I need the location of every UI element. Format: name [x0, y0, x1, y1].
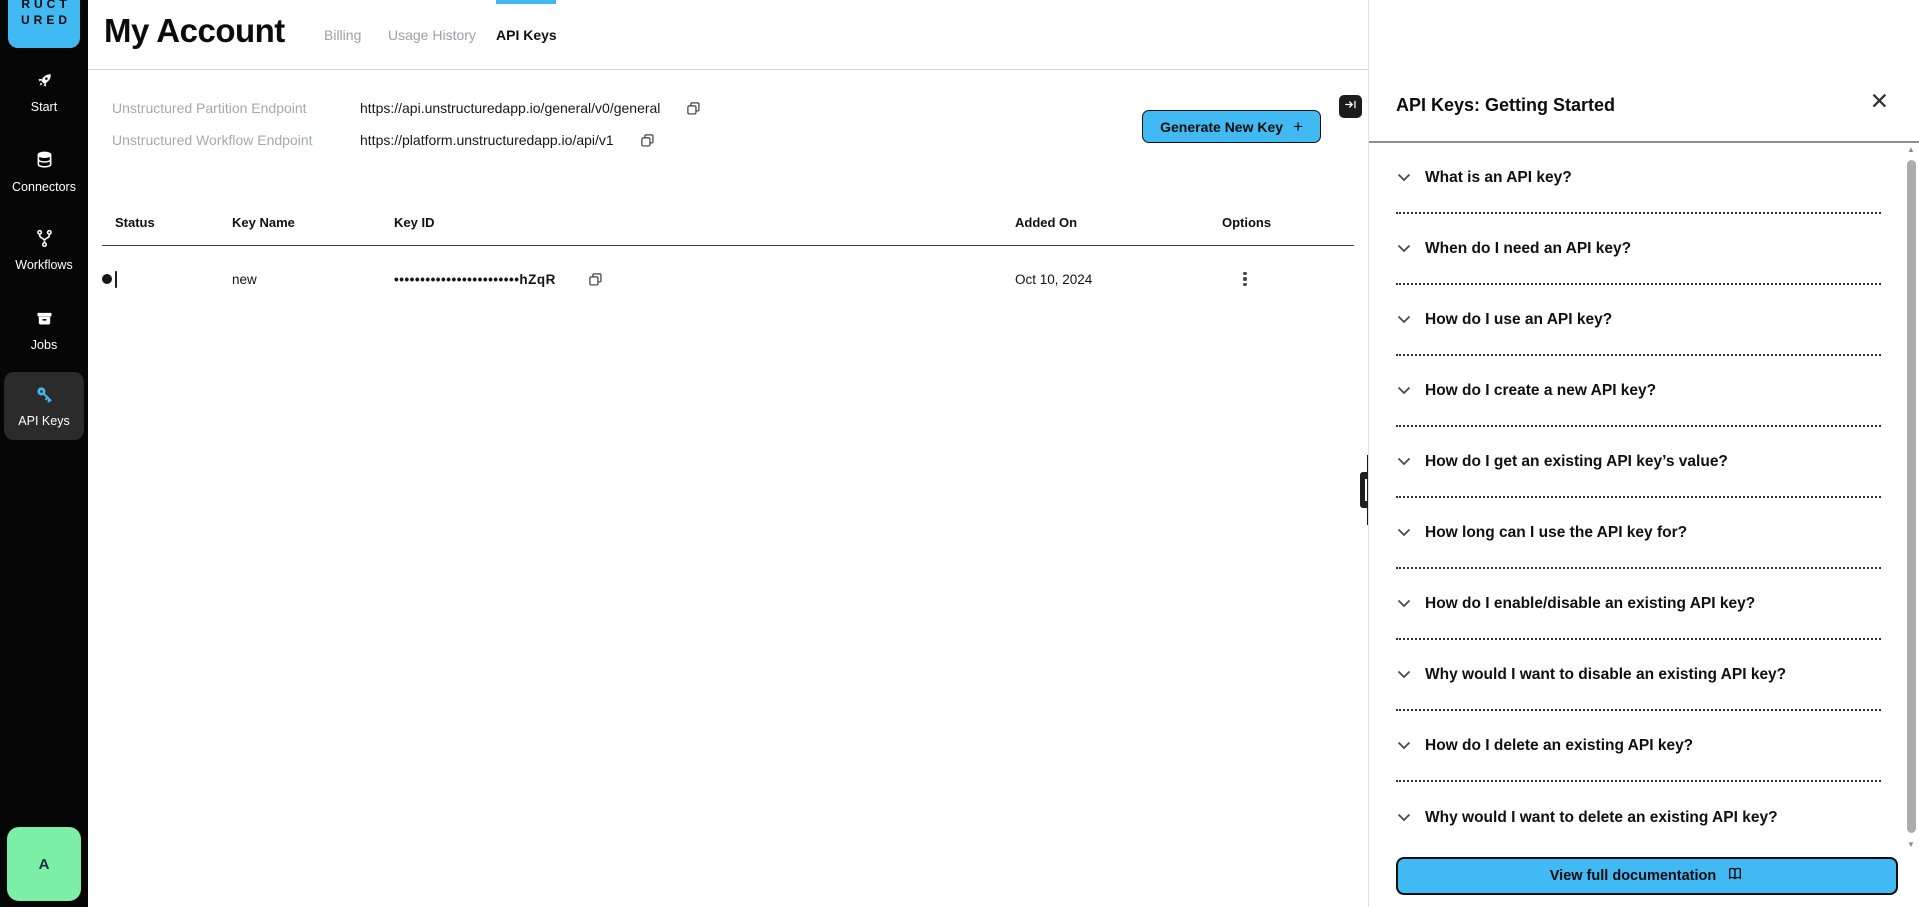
- faq-question: What is an API key?: [1425, 169, 1572, 187]
- endpoint-value: https://api.unstructuredapp.io/general/v…: [360, 100, 660, 116]
- view-full-documentation-label: View full documentation: [1550, 868, 1717, 884]
- chevron-down-icon: [1396, 669, 1412, 680]
- workflow-endpoint-row: Unstructured Workflow Endpoint https://p…: [112, 124, 701, 156]
- scrollbar-down-arrow[interactable]: ▼: [1905, 840, 1917, 849]
- api-keys-table: Status Key Name Key ID Added On Options …: [102, 200, 1354, 312]
- partition-endpoint-row: Unstructured Partition Endpoint https://…: [112, 92, 701, 124]
- sidebar-item-workflows[interactable]: Workflows: [0, 228, 88, 272]
- chevron-down-icon: [1396, 456, 1412, 467]
- help-panel-title: API Keys: Getting Started: [1396, 95, 1615, 116]
- logo-line: RUCT: [17, 0, 70, 12]
- faq-scroll-area: What is an API key? When do I need an AP…: [1369, 143, 1919, 853]
- collapse-panel-button[interactable]: [1339, 95, 1362, 118]
- key-icon: [34, 384, 55, 408]
- faq-item[interactable]: How do I enable/disable an existing API …: [1396, 569, 1881, 640]
- table-header-row: Status Key Name Key ID Added On Options: [102, 200, 1354, 246]
- close-icon[interactable]: ✕: [1870, 90, 1889, 113]
- chevron-down-icon: [1396, 314, 1412, 325]
- faq-question: How do I get an existing API key’s value…: [1425, 453, 1728, 471]
- faq-item[interactable]: What is an API key?: [1396, 143, 1881, 214]
- faq-item[interactable]: Why would I want to disable an existing …: [1396, 640, 1881, 711]
- main-content: My Account Billing Usage History API Key…: [88, 0, 1368, 907]
- faq-question: When do I need an API key?: [1425, 240, 1631, 258]
- column-header-added-on: Added On: [1015, 215, 1222, 230]
- sidebar-item-api-keys[interactable]: API Keys: [4, 372, 84, 440]
- panel-scrollbar: ▲ ▼: [1905, 145, 1917, 849]
- faq-item[interactable]: When do I need an API key?: [1396, 214, 1881, 285]
- generate-new-key-label: Generate New Key: [1160, 119, 1283, 135]
- faq-item[interactable]: How long can I use the API key for?: [1396, 498, 1881, 569]
- chevron-down-icon: [1396, 812, 1412, 823]
- endpoints-section: Unstructured Partition Endpoint https://…: [112, 92, 701, 156]
- copy-icon[interactable]: [588, 272, 603, 287]
- avatar-letter: A: [39, 856, 50, 873]
- column-header-options: Options: [1222, 215, 1354, 230]
- tab-billing[interactable]: Billing: [324, 0, 361, 70]
- open-book-icon: [1726, 865, 1744, 887]
- plus-icon: +: [1293, 117, 1303, 137]
- generate-new-key-button[interactable]: Generate New Key +: [1142, 110, 1321, 143]
- endpoint-label: Unstructured Workflow Endpoint: [112, 132, 360, 148]
- sidebar-item-label: Start: [31, 100, 57, 114]
- scrollbar-up-arrow[interactable]: ▲: [1905, 145, 1917, 154]
- scrollbar-thumb[interactable]: [1907, 160, 1916, 833]
- page-header: My Account Billing Usage History API Key…: [88, 0, 1368, 70]
- key-id-masked: ••••••••••••••••••••••••hZqR: [394, 272, 556, 287]
- copy-icon[interactable]: [686, 101, 701, 116]
- account-avatar[interactable]: A: [7, 827, 81, 901]
- workflow-icon: [34, 228, 55, 252]
- rocket-icon: [34, 70, 55, 94]
- key-name-cell: new: [232, 272, 394, 287]
- sidebar-item-label: Jobs: [31, 338, 57, 352]
- help-panel: API Keys: Getting Started ✕ What is an A…: [1368, 0, 1919, 907]
- chevron-down-icon: [1396, 172, 1412, 183]
- sidebar: UNST RUCT URED Start Connectors: [0, 0, 88, 907]
- added-on-cell: Oct 10, 2024: [1015, 272, 1222, 287]
- faq-question: Why would I want to disable an existing …: [1425, 666, 1786, 684]
- chevron-down-icon: [1396, 243, 1412, 254]
- faq-item[interactable]: How do I delete an existing API key?: [1396, 711, 1881, 782]
- column-header-key-name: Key Name: [232, 215, 394, 230]
- endpoint-value: https://platform.unstructuredapp.io/api/…: [360, 132, 614, 148]
- sidebar-item-label: Workflows: [15, 258, 72, 272]
- faq-question: How do I delete an existing API key?: [1425, 737, 1693, 755]
- table-row: new ••••••••••••••••••••••••hZqR Oct 10,…: [102, 246, 1354, 312]
- faq-question: How do I create a new API key?: [1425, 382, 1656, 400]
- row-options-menu-icon[interactable]: [1238, 272, 1252, 287]
- view-full-documentation-button[interactable]: View full documentation: [1396, 857, 1898, 895]
- faq-question: How do I use an API key?: [1425, 311, 1612, 329]
- page-title: My Account: [104, 12, 285, 50]
- faq-question: Why would I want to delete an existing A…: [1425, 809, 1778, 827]
- tab-usage-history[interactable]: Usage History: [388, 0, 476, 70]
- sidebar-item-label: API Keys: [18, 414, 69, 428]
- key-status-toggle[interactable]: [115, 271, 117, 288]
- database-icon: [34, 150, 55, 174]
- copy-icon[interactable]: [640, 133, 655, 148]
- logo-line: URED: [17, 12, 71, 28]
- faq-question: How long can I use the API key for?: [1425, 524, 1687, 542]
- faq-list: What is an API key? When do I need an AP…: [1396, 143, 1881, 853]
- unstructured-logo[interactable]: UNST RUCT URED: [8, 0, 80, 48]
- chevron-down-icon: [1396, 740, 1412, 751]
- faq-item[interactable]: How do I use an API key?: [1396, 285, 1881, 356]
- column-header-status: Status: [115, 215, 232, 230]
- chevron-down-icon: [1396, 598, 1412, 609]
- column-header-key-id: Key ID: [394, 215, 1015, 230]
- chevron-down-icon: [1396, 527, 1412, 538]
- endpoint-label: Unstructured Partition Endpoint: [112, 100, 360, 116]
- active-tab-indicator: [496, 0, 556, 4]
- sidebar-item-jobs[interactable]: Jobs: [0, 308, 88, 352]
- chevron-down-icon: [1396, 385, 1412, 396]
- toggle-knob: [100, 272, 114, 286]
- faq-question: How do I enable/disable an existing API …: [1425, 595, 1755, 613]
- faq-item[interactable]: Why would I want to delete an existing A…: [1396, 782, 1881, 853]
- tab-api-keys[interactable]: API Keys: [496, 0, 557, 70]
- sidebar-item-label: Connectors: [12, 180, 76, 194]
- faq-item[interactable]: How do I get an existing API key’s value…: [1396, 427, 1881, 498]
- faq-item[interactable]: How do I create a new API key?: [1396, 356, 1881, 427]
- sidebar-item-connectors[interactable]: Connectors: [0, 150, 88, 194]
- arrow-to-bar-icon: [1343, 97, 1358, 117]
- jobs-box-icon: [34, 308, 55, 332]
- sidebar-item-start[interactable]: Start: [0, 70, 88, 114]
